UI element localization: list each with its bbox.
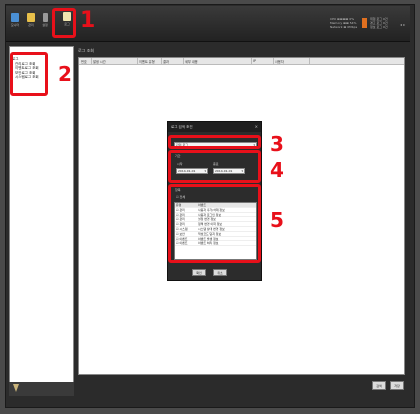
sidebar-highlight	[10, 52, 48, 96]
scroll-arrows-icon[interactable]: ◂ ▸	[400, 22, 405, 27]
table-header: 번호 발생 시간 이벤트 유형 결과 세부 내용 IP 사용자	[79, 58, 404, 65]
page-title: 로그 조회	[78, 48, 94, 53]
col-header[interactable]: IP	[253, 59, 256, 63]
search-button[interactable]: 검색	[372, 381, 386, 390]
log-tab-highlight	[52, 8, 76, 38]
save-button[interactable]: 저장	[390, 381, 404, 390]
collapse-icon[interactable]	[13, 384, 19, 392]
filter-list-highlight	[168, 184, 261, 263]
callout-4: 4	[270, 158, 284, 182]
callout-2: 2	[58, 62, 72, 86]
col-header[interactable]: 발생 시간	[93, 59, 106, 64]
alert-icon	[362, 18, 367, 28]
sidebar: 로그 관리로그 조회 이벤트로그 조회 보안로그 조회 시스템로그 조회	[9, 46, 74, 396]
system-status: CPU ▬▬▬▬ 0% Memory ▬▬ 54% Network ▬ 0Mbp…	[330, 17, 358, 29]
pen-icon[interactable]: 설정	[40, 13, 50, 27]
sidebar-footer	[9, 382, 74, 396]
callout-3: 3	[270, 132, 284, 156]
col-header[interactable]: 사용자	[275, 59, 284, 64]
cancel-button[interactable]: 취소	[213, 269, 227, 276]
period-highlight	[168, 150, 261, 183]
monitor-icon[interactable]: 모니터	[10, 13, 20, 27]
col-header[interactable]: 번호	[81, 59, 87, 64]
callout-5: 5	[270, 208, 284, 232]
document-icon[interactable]: 관리	[26, 13, 36, 27]
type-select-highlight	[168, 135, 261, 149]
col-header[interactable]: 세부 내용	[185, 59, 198, 64]
col-header[interactable]: 결과	[163, 59, 169, 64]
close-icon[interactable]: ×	[255, 124, 258, 129]
dialog-title: 로그 검색 조건	[168, 122, 261, 132]
ok-button[interactable]: 확인	[192, 269, 206, 276]
callout-1: 1	[80, 8, 96, 33]
alert-status: 위험 로그 0건 경고 로그 0건 정보 로그 0건	[370, 17, 388, 29]
col-header[interactable]: 이벤트 유형	[139, 59, 155, 64]
